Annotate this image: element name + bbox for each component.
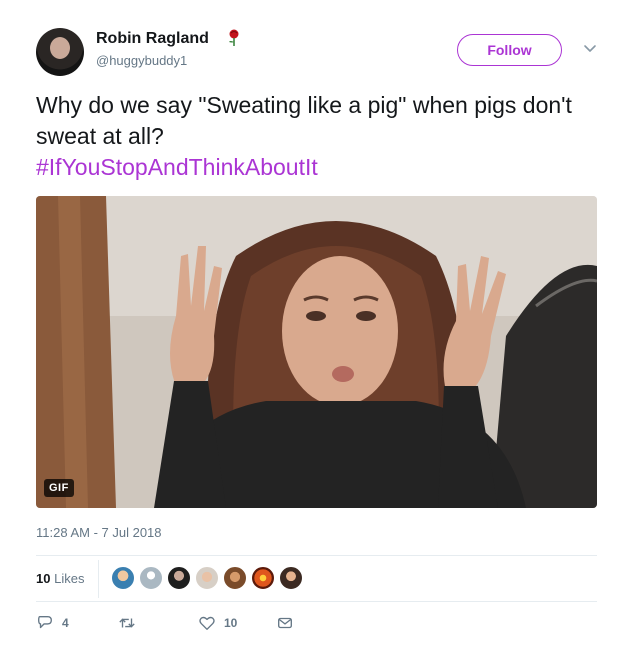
envelope-icon	[278, 617, 292, 629]
retweet-icon	[119, 618, 135, 628]
likes-label: Likes	[54, 571, 85, 586]
direct-message-button[interactable]	[276, 612, 302, 634]
liker-avatar[interactable]	[194, 565, 220, 591]
author-name[interactable]: Robin Ragland	[96, 30, 209, 48]
author-avatar[interactable]	[36, 28, 84, 76]
liker-avatar[interactable]	[278, 565, 304, 591]
likes-number: 10	[36, 571, 51, 586]
divider	[36, 601, 597, 602]
tweet-actions: 4 10	[36, 612, 597, 636]
liker-avatar[interactable]	[166, 565, 192, 591]
gif-frame	[36, 196, 597, 508]
divider	[36, 555, 597, 556]
chevron-down-icon[interactable]	[582, 40, 598, 56]
reply-count: 4	[62, 616, 69, 630]
tweet-timestamp[interactable]: 11:28 AM - 7 Jul 2018	[36, 525, 162, 540]
tweet-header: Robin Ragland @huggybuddy1 Follow	[36, 26, 602, 78]
author-handle[interactable]: @huggybuddy1	[96, 53, 187, 68]
liker-avatar[interactable]	[110, 565, 136, 591]
gif-media[interactable]: GIF	[36, 196, 597, 508]
likes-count[interactable]: 10 Likes	[36, 571, 84, 586]
tweet-text: Why do we say "Sweating like a pig" when…	[36, 90, 596, 183]
retweet-button[interactable]	[118, 612, 144, 634]
like-count: 10	[224, 616, 238, 630]
tweet-body: Why do we say "Sweating like a pig" when…	[36, 92, 572, 149]
liker-avatar[interactable]	[222, 565, 248, 591]
follow-button[interactable]: Follow	[457, 34, 562, 66]
hashtag-link[interactable]: #IfYouStopAndThinkAboutIt	[36, 152, 596, 183]
reply-icon	[38, 616, 52, 629]
rose-icon	[227, 29, 241, 50]
liker-avatar[interactable]	[138, 565, 164, 591]
heart-icon	[199, 616, 215, 630]
gif-badge: GIF	[44, 479, 74, 497]
like-button[interactable]: 10	[198, 612, 237, 634]
likes-separator	[98, 560, 99, 598]
likes-row: 10 Likes	[36, 558, 597, 600]
liker-avatar[interactable]	[250, 565, 276, 591]
reply-button[interactable]: 4	[36, 612, 69, 634]
